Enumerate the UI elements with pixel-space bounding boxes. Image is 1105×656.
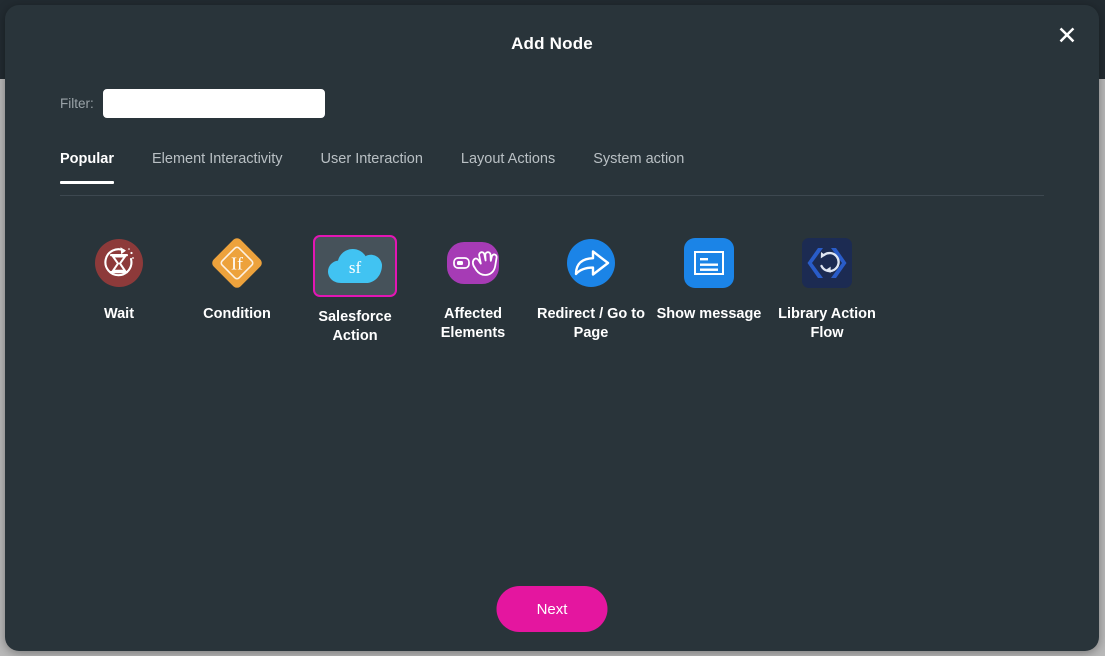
node-item-wait[interactable]: Wait	[60, 233, 178, 346]
node-item-salesforce-action[interactable]: sf Salesforce Action	[296, 233, 414, 346]
page-title: Add Node	[511, 34, 593, 53]
tab-user-interaction[interactable]: User Interaction	[321, 151, 423, 183]
node-item-label: Redirect / Go to Page	[537, 306, 645, 341]
wait-hourglass-icon	[88, 235, 150, 291]
node-item-show-message[interactable]: Show message	[650, 233, 768, 346]
affected-elements-hand-icon	[442, 235, 504, 291]
tab-bar: Popular Element Interactivity User Interac…	[60, 151, 1044, 196]
tab-layout-actions[interactable]: Layout Actions	[461, 151, 555, 183]
close-icon[interactable]: ✕	[1052, 21, 1082, 51]
node-item-label: Salesforce Action	[318, 309, 392, 344]
node-item-label: Show message	[656, 306, 762, 322]
node-item-library-action-flow[interactable]: Library Action Flow	[768, 233, 886, 346]
node-item-label: Wait	[103, 306, 135, 322]
tab-element-interactivity[interactable]: Element Interactivity	[152, 151, 283, 183]
filter-label: Filter:	[60, 96, 94, 111]
node-item-condition[interactable]: If Condition	[178, 233, 296, 346]
filter-row: Filter:	[5, 89, 325, 118]
filter-input[interactable]	[102, 89, 325, 118]
svg-text:sf: sf	[349, 258, 362, 277]
tab-system-action[interactable]: System action	[593, 151, 684, 183]
node-item-label: Condition	[203, 306, 271, 322]
tab-popular[interactable]: Popular	[60, 151, 114, 184]
node-item-label: Library Action Flow	[778, 306, 876, 341]
modal-header: Add Node ✕	[5, 5, 1099, 83]
condition-if-diamond-icon: If	[206, 235, 268, 291]
next-button[interactable]: Next	[496, 586, 608, 632]
svg-text:If: If	[231, 254, 243, 274]
salesforce-cloud-icon: sf	[313, 235, 397, 297]
library-action-flow-icon	[796, 235, 858, 291]
redirect-arrow-icon	[560, 235, 622, 291]
node-grid: Wait If Condition sf Salesforce Action Affect…	[60, 233, 890, 346]
add-node-modal: Add Node ✕ Filter: Popular Element Intera…	[5, 5, 1099, 651]
node-item-redirect-go-to-page[interactable]: Redirect / Go to Page	[532, 233, 650, 346]
node-item-affected-elements[interactable]: Affected Elements	[414, 233, 532, 346]
node-item-label: Affected Elements	[440, 306, 506, 341]
show-message-document-icon	[678, 235, 740, 291]
